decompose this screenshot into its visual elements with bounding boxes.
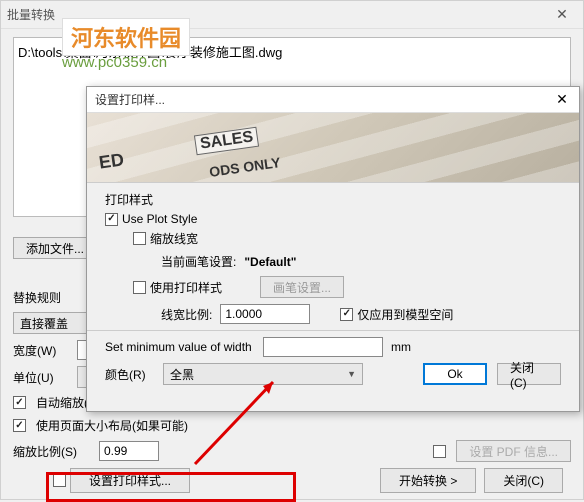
dialog-banner-image: SALES ED ODS ONLY (87, 113, 579, 183)
scale-ratio-input[interactable]: 0.99 (99, 441, 159, 461)
current-pen-label: 当前画笔设置: (161, 253, 236, 270)
min-width-label: Set minimum value of width (105, 340, 255, 354)
chevron-down-icon: ▼ (347, 369, 356, 379)
min-width-input[interactable] (263, 337, 383, 357)
start-convert-button[interactable]: 开始转换 > (380, 468, 476, 493)
print-style-group-label: 打印样式 (105, 191, 561, 208)
use-plot-style-label: Use Plot Style (122, 212, 197, 226)
use-page-layout-label: 使用页面大小布局(如果可能) (36, 417, 188, 434)
watermark: 河东软件园 www.pc0359.cn (62, 18, 190, 71)
apply-model-space-checkbox[interactable] (340, 308, 353, 321)
banner-text-only: ODS ONLY (208, 154, 281, 180)
pdf-info-button[interactable]: 设置 PDF 信息... (456, 440, 571, 462)
ok-button[interactable]: Ok (423, 363, 487, 385)
main-close-button[interactable]: ✕ (547, 5, 577, 25)
close-button[interactable]: 关闭(C) (484, 468, 563, 493)
auto-scale-checkbox[interactable] (13, 396, 26, 409)
use-plot-style-checkbox[interactable] (105, 213, 118, 226)
scale-lineweight-label: 缩放线宽 (150, 230, 198, 247)
scale-lineweight-checkbox[interactable] (133, 232, 146, 245)
lineweight-ratio-label: 线宽比例: (161, 306, 212, 323)
current-pen-value: "Default" (244, 255, 296, 269)
annotation-box-button (46, 472, 296, 502)
apply-model-space-label: 仅应用到模型空间 (357, 306, 453, 323)
dialog-close-btn[interactable]: 关闭(C) (497, 363, 561, 385)
dialog-titlebar: 设置打印样... ✕ (87, 87, 579, 113)
add-file-button[interactable]: 添加文件... (13, 237, 97, 259)
print-style-dialog: 设置打印样... ✕ SALES ED ODS ONLY 打印样式 Use Pl… (86, 86, 580, 412)
lineweight-ratio-input[interactable]: 1.0000 (220, 304, 310, 324)
main-title: 批量转换 (7, 6, 55, 23)
watermark-url: www.pc0359.cn (62, 54, 190, 71)
pen-settings-button[interactable]: 画笔设置... (260, 276, 344, 298)
color-dropdown[interactable]: 全黑 ▼ (163, 363, 363, 385)
min-width-unit: mm (391, 340, 411, 354)
use-print-style-checkbox[interactable] (133, 281, 146, 294)
pdf-info-checkbox[interactable] (433, 445, 446, 458)
banner-text-ed: ED (98, 149, 126, 173)
use-print-style-label: 使用打印样式 (150, 279, 222, 296)
dialog-body: 打印样式 Use Plot Style 缩放线宽 当前画笔设置: "Defaul… (87, 183, 579, 399)
unit-label: 单位(U) (13, 369, 71, 386)
color-label: 颜色(R) (105, 366, 155, 383)
width-label: 宽度(W) (13, 342, 71, 359)
dialog-title: 设置打印样... (95, 91, 165, 108)
banner-text-sales: SALES (194, 127, 260, 156)
dialog-close-button[interactable]: ✕ (545, 87, 579, 113)
use-page-layout-checkbox[interactable] (13, 419, 26, 432)
scale-ratio-label: 缩放比例(S) (13, 443, 93, 460)
watermark-logo: 河东软件园 (62, 18, 190, 56)
